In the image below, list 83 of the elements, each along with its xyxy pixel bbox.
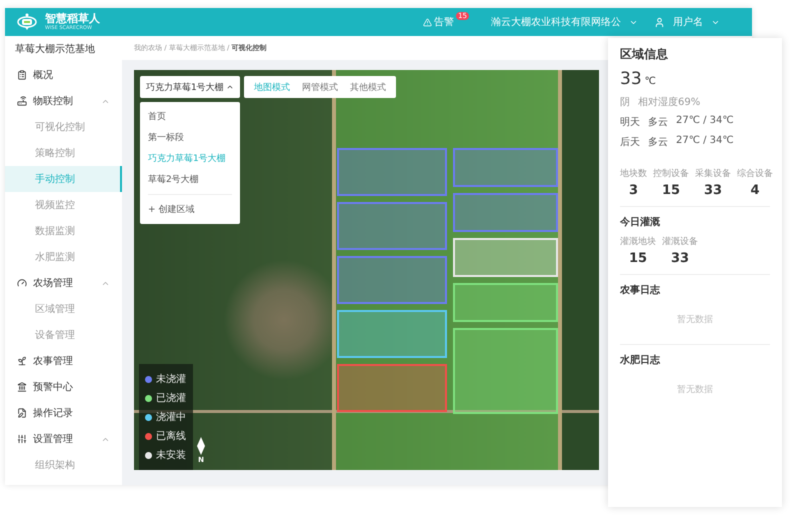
mode-tab[interactable]: 网管模式	[296, 80, 344, 94]
stat-label: 地块数	[620, 168, 647, 180]
dropdown-option[interactable]: 第一标段	[140, 127, 240, 148]
nav-subitem[interactable]: 数据监测	[5, 218, 122, 244]
humidity-text: 相对湿度69%	[638, 96, 700, 109]
legend-label: 已浇灌	[156, 392, 186, 405]
field-plot[interactable]	[453, 148, 558, 187]
forecast-weather: 多云	[648, 116, 668, 129]
field-plot[interactable]	[453, 193, 558, 232]
nav-subitem[interactable]: 策略控制	[5, 140, 122, 166]
nav-item[interactable]: 物联控制	[5, 88, 122, 114]
panel-title: 区域信息	[620, 46, 669, 63]
forecast-range: 27℃ / 34℃	[676, 135, 734, 148]
mode-tab[interactable]: 地图模式	[248, 80, 296, 94]
stat-value: 33	[670, 251, 690, 266]
farm-name[interactable]: 草莓大棚示范基地	[5, 36, 122, 62]
legend-label: 未安装	[156, 448, 186, 462]
nav-subitem[interactable]: 可视化控制	[5, 114, 122, 140]
stat-label: 灌溉设备	[662, 236, 698, 248]
forecast-day: 明天	[620, 115, 640, 129]
nav-item[interactable]: 农场管理	[5, 270, 122, 296]
stat-value: 33	[704, 183, 722, 198]
section-title: 农事日志	[620, 284, 662, 297]
field-plot[interactable]	[337, 310, 447, 358]
field-plot[interactable]	[337, 202, 447, 250]
stat-value: 15	[628, 251, 648, 266]
nav-item[interactable]: 设置管理	[5, 426, 122, 452]
forecast-day: 后天	[620, 135, 640, 149]
user-avatar-icon[interactable]	[654, 16, 665, 28]
field-plot[interactable]	[337, 364, 447, 412]
nav-subitem[interactable]: 视频监控	[5, 192, 122, 218]
weather-text: 阴	[620, 96, 630, 109]
nav-subitem[interactable]: 水肥监测	[5, 244, 122, 270]
stat-label: 控制设备	[653, 168, 689, 180]
stat-label: 采集设备	[695, 168, 731, 180]
stat-value: 3	[628, 183, 638, 198]
dropdown-option[interactable]: 草莓2号大棚	[140, 169, 240, 190]
stat-label: 灌溉地块	[620, 236, 656, 248]
empty-state-text: 暂无数据	[676, 384, 714, 396]
compass-arrow-icon	[197, 437, 205, 455]
nav-icon	[17, 70, 27, 80]
nav-icon	[17, 356, 27, 366]
alert-button[interactable]: 告警	[423, 15, 454, 29]
nav-icon	[17, 434, 27, 444]
create-area-link[interactable]: + 创建区域	[140, 199, 240, 220]
nav-subitem[interactable]: 设备管理	[5, 322, 122, 348]
area-select[interactable]: 巧克力草莓1号大棚	[140, 76, 240, 98]
nav-subitem[interactable]: 区域管理	[5, 296, 122, 322]
nav-icon	[17, 96, 27, 106]
legend-label: 未浇灌	[156, 372, 186, 386]
field-plot[interactable]	[337, 256, 447, 304]
stat-label: 综合设备	[737, 168, 773, 180]
stat-value: 15	[662, 183, 680, 198]
legend-label: 已离线	[156, 430, 186, 443]
nav-item[interactable]: 农事管理	[5, 348, 122, 374]
forecast-weather: 多云	[648, 136, 668, 149]
empty-state-text: 暂无数据	[676, 314, 714, 326]
nav-item[interactable]: 操作记录	[5, 400, 122, 426]
field-plot[interactable]	[453, 328, 558, 414]
nav-icon	[17, 278, 27, 288]
section-title: 水肥日志	[620, 354, 662, 367]
company-name[interactable]: 瀚云大棚农业科技有限网络公	[491, 15, 621, 29]
temperature-value: 33	[620, 69, 642, 89]
stat-value: 4	[750, 183, 760, 198]
field-plot[interactable]	[453, 283, 558, 322]
logo-title: 智慧稻草人	[45, 13, 100, 24]
caret-icon	[226, 83, 234, 91]
dropdown-option[interactable]: 首页	[140, 106, 240, 127]
robot-logo-icon	[17, 13, 37, 31]
nav-item[interactable]: 预警中心	[5, 374, 122, 400]
nav-subitem[interactable]: 组织架构	[5, 452, 122, 478]
nav-icon	[17, 408, 27, 418]
field-plot[interactable]	[337, 148, 447, 196]
warning-icon	[423, 18, 432, 26]
temperature-unit: ℃	[644, 76, 656, 87]
user-name[interactable]: 用户名	[673, 15, 703, 29]
nav-item[interactable]: 概况	[5, 62, 122, 88]
mode-tab[interactable]: 其他模式	[344, 80, 392, 94]
section-title: 今日灌溉	[620, 216, 661, 229]
forecast-range: 27℃ / 34℃	[676, 115, 734, 128]
dropdown-option[interactable]: 巧克力草莓1号大棚	[140, 148, 240, 169]
nav-icon	[17, 382, 27, 392]
legend-label: 浇灌中	[156, 410, 186, 424]
